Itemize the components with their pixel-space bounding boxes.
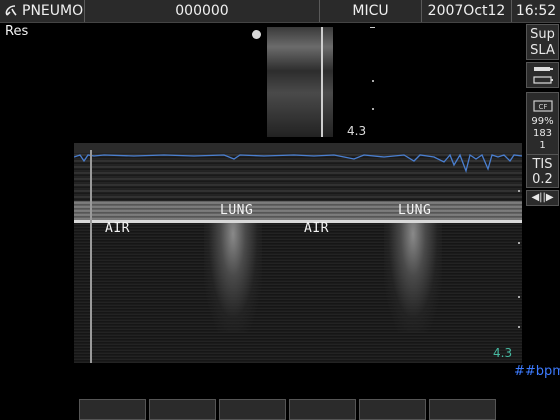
softkey-1[interactable] <box>79 399 146 420</box>
softkey-2[interactable] <box>149 399 216 420</box>
tis-value: 0.2 <box>532 172 553 187</box>
department-cell: MICU <box>320 0 422 22</box>
exam-time: 16:52 <box>515 3 557 19</box>
depth-scale-tick <box>372 108 374 110</box>
depth-scale-tick <box>518 296 520 298</box>
depth-readout-top: 4.3 <box>347 124 367 138</box>
time-cursor[interactable] <box>90 150 92 363</box>
preset-line-2: SLA <box>530 43 555 58</box>
tis-label: TIS <box>532 157 553 172</box>
depth-scale-tick <box>372 80 374 82</box>
department: MICU <box>352 3 389 19</box>
cf-label: CF <box>538 103 547 111</box>
m-line-cursor[interactable] <box>321 27 323 137</box>
depth-scale-tick <box>518 190 520 192</box>
label-lung-right: LUNG <box>398 203 432 218</box>
m-mode-lung-field <box>74 223 522 363</box>
chest-wall-band <box>74 201 522 221</box>
label-lung-left: LUNG <box>220 203 254 218</box>
patient-id: 000000 <box>175 3 229 19</box>
time-cell: 16:52 <box>512 0 560 22</box>
resolution-label: Res <box>5 24 29 39</box>
orientation-marker-icon <box>252 30 261 39</box>
preset-box[interactable]: Sup SLA <box>526 24 559 60</box>
right-sidebar: Sup SLA CF 99% 183 1 TIS 0.2 ◀||▶ <box>526 24 560 394</box>
date-cell: 2007Oct12 <box>422 0 512 22</box>
sweep-speed-control[interactable]: ◀||▶ <box>526 190 559 206</box>
depth-readout-bottom: 4.3 <box>493 346 513 360</box>
patient-id-cell: 000000 <box>85 0 320 22</box>
label-air-left: AIR <box>105 221 130 236</box>
transducer-icon <box>532 67 553 84</box>
softkey-3[interactable] <box>219 399 286 420</box>
depth-scale-tick <box>518 242 520 244</box>
color-flow-icon: CF <box>532 100 553 112</box>
probe-logo-icon <box>5 5 17 16</box>
exam-date: 2007Oct12 <box>427 3 506 19</box>
cf-value-1: 183 <box>532 128 553 139</box>
physio-trace <box>74 153 522 174</box>
sweep-speed-icon: ◀||▶ <box>531 192 554 203</box>
tis-box: TIS 0.2 <box>526 154 559 188</box>
softkey-4[interactable] <box>289 399 356 420</box>
preset-line-1: Sup <box>530 27 555 42</box>
status-icons-box <box>526 62 559 88</box>
lung-pulse-artifact <box>384 223 442 333</box>
softkey-6[interactable] <box>429 399 496 420</box>
b-mode-image <box>267 27 333 137</box>
cf-percent: 99% <box>531 116 554 127</box>
top-status-bar: PNEUMO 000000 MICU 2007Oct12 16:52 <box>0 0 560 23</box>
softkey-5[interactable] <box>359 399 426 420</box>
preset-name: PNEUMO <box>22 3 84 19</box>
preset-cell[interactable]: PNEUMO <box>0 0 85 22</box>
m-mode-display <box>74 143 522 363</box>
heart-rate-readout: ##bpm <box>514 364 560 379</box>
cf-value-2: 1 <box>539 140 546 151</box>
depth-scale-tick <box>518 326 520 328</box>
lung-pulse-artifact <box>204 223 262 333</box>
label-air-right: AIR <box>304 221 329 236</box>
depth-scale-tick <box>370 27 375 28</box>
